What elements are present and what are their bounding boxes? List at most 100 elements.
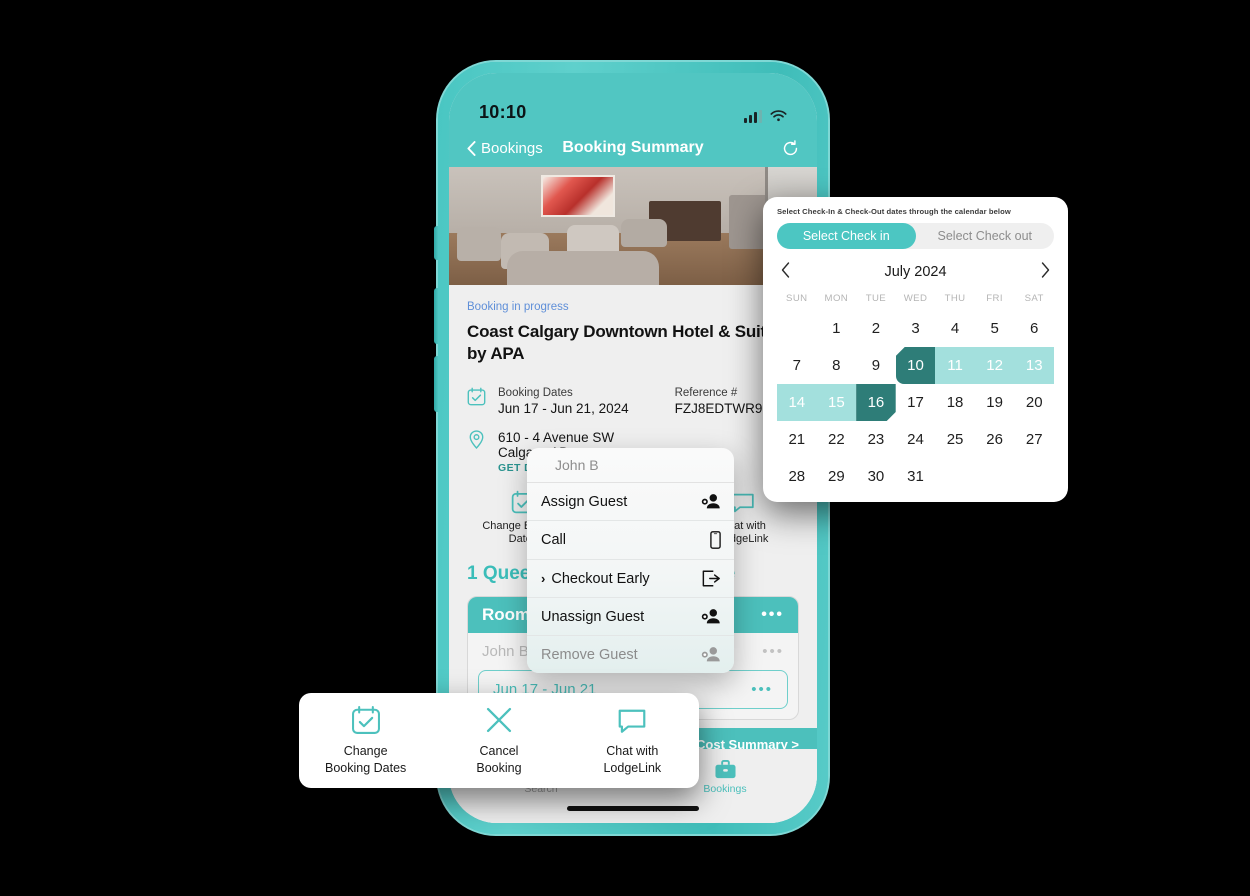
calendar-day-cell[interactable]: 24: [896, 421, 936, 458]
context-menu-item-left: Unassign Guest: [541, 609, 644, 625]
label-line-1: Cancel: [479, 744, 519, 759]
room-more-horizontal-icon[interactable]: •••: [761, 606, 784, 624]
calendar-day-cell[interactable]: 18: [935, 384, 975, 421]
person-delete-icon: [701, 646, 721, 663]
map-pin-icon: [469, 429, 484, 449]
sheet-change-booking-dates[interactable]: Change Booking Dates: [299, 705, 432, 776]
status-bar-icons: [744, 110, 787, 123]
context-menu-item-label: Checkout Early: [551, 570, 650, 587]
chevron-left-icon: [781, 262, 790, 278]
calendar-day-cell[interactable]: 1: [817, 310, 857, 347]
check-in-out-segmented-control: Select Check in Select Check out: [777, 223, 1054, 249]
context-menu-item-left: Remove Guest: [541, 647, 638, 663]
date-picker-popup: Select Check-In & Check-Out dates throug…: [763, 197, 1068, 502]
calendar-empty-cell: [777, 310, 817, 347]
calendar-header: July 2024: [777, 262, 1054, 281]
calendar-day-cell[interactable]: 11: [935, 347, 975, 384]
calendar-day-cell[interactable]: 29: [817, 458, 857, 495]
calendar-day-cell[interactable]: 14: [777, 384, 817, 421]
select-check-out-tab[interactable]: Select Check out: [916, 223, 1055, 249]
calendar-day-cell[interactable]: 23: [856, 421, 896, 458]
context-menu-item-label: Assign Guest: [541, 493, 628, 510]
chevron-right-icon: ›: [541, 571, 546, 586]
back-label: Bookings: [481, 139, 543, 157]
context-menu-item-unassign-guest[interactable]: Unassign Guest: [527, 598, 734, 636]
screenshot-stage: 10:10 Bookings Booking Summary Booking i…: [0, 0, 1250, 896]
booking-dates-block: Booking Dates Jun 17 - Jun 21, 2024: [498, 387, 629, 416]
context-menu-item-left: › Checkout Early: [541, 571, 650, 587]
calendar-day-cell[interactable]: 13: [1014, 347, 1054, 384]
booking-dates-value: Jun 17 - Jun 21, 2024: [498, 400, 629, 416]
cellular-bars-icon: [744, 110, 762, 123]
calendar-day-grid: 1 2 3 4 5 6 7 8 9 10 11 12 13 14 15 16 17 18 19 20 21 22 23 24 2…: [777, 310, 1054, 495]
status-bar-time: 10:10: [479, 102, 527, 122]
calendar-day-cell[interactable]: 31: [896, 458, 936, 495]
calendar-day-cell[interactable]: 5: [975, 310, 1015, 347]
calendar-day-cell[interactable]: 22: [817, 421, 857, 458]
calendar-day-cell[interactable]: 17: [896, 384, 936, 421]
briefcase-icon: [714, 759, 736, 779]
calendar-day-cell[interactable]: 2: [856, 310, 896, 347]
calendar-check-icon: [467, 387, 486, 405]
calendar-day-header: SUN: [786, 293, 808, 304]
calendar-day-cell[interactable]: 20: [1014, 384, 1054, 421]
hotel-name: Coast Calgary Downtown Hotel & Suites by…: [467, 322, 785, 363]
calendar-day-cell[interactable]: 7: [777, 347, 817, 384]
label-line-2: LodgeLink: [603, 760, 662, 775]
phone-icon: [710, 531, 721, 549]
guest-context-menu: John B Assign Guest Call › Checkout Early Un…: [527, 448, 734, 673]
calendar-day-header: FRI: [986, 293, 1003, 304]
chevron-right-icon: [1041, 262, 1050, 278]
context-menu-item-assign-guest[interactable]: Assign Guest: [527, 483, 734, 521]
calendar-day-header: MON: [824, 293, 849, 304]
calendar-day-cell[interactable]: 25: [935, 421, 975, 458]
calendar-day-cell[interactable]: 19: [975, 384, 1015, 421]
context-menu-items: Assign Guest Call › Checkout Early Unassign …: [527, 483, 734, 673]
sheet-cancel-booking-label: Cancel Booking: [476, 743, 521, 776]
calendar-day-cell[interactable]: 26: [975, 421, 1015, 458]
calendar-day-cell[interactable]: 27: [1014, 421, 1054, 458]
context-menu-item-label: Call: [541, 532, 566, 548]
calendar-day-header: SAT: [1024, 293, 1044, 304]
assigned-guest-more-horizontal-icon[interactable]: •••: [762, 643, 784, 660]
calendar-day-cell[interactable]: 12: [974, 347, 1015, 384]
status-badge: Booking in progress: [467, 301, 569, 313]
booking-dates-label: Booking Dates: [498, 386, 573, 399]
calendar-day-cell[interactable]: 16: [856, 384, 896, 421]
person-remove-icon: [701, 608, 721, 625]
logout-icon: [702, 570, 721, 587]
reference-label: Reference #: [674, 386, 738, 399]
context-menu-item-checkout-early[interactable]: › Checkout Early: [527, 560, 734, 598]
context-menu-item-left: Assign Guest: [541, 494, 627, 510]
label-line-1: Change: [343, 744, 388, 759]
context-menu-item-left: Call: [541, 532, 566, 548]
calendar-day-cell[interactable]: 21: [777, 421, 817, 458]
sheet-chat-with-lodgelink[interactable]: Chat with LodgeLink: [566, 705, 699, 776]
chevron-left-icon: [467, 140, 476, 156]
calendar-day-cell[interactable]: 15: [816, 384, 857, 421]
assigned-guest-name: John B: [482, 642, 529, 660]
select-check-in-tab[interactable]: Select Check in: [777, 223, 916, 249]
sheet-cancel-booking[interactable]: Cancel Booking: [432, 705, 565, 776]
back-to-bookings-button[interactable]: Bookings: [467, 140, 543, 157]
wifi-icon: [770, 110, 787, 122]
context-menu-item-remove-guest: Remove Guest: [527, 636, 734, 673]
refresh-button[interactable]: [782, 139, 799, 157]
calendar-day-cell[interactable]: 10: [895, 347, 936, 384]
calendar-day-cell[interactable]: 6: [1014, 310, 1054, 347]
reference-block: Reference # FZJ8EDTWR9: [675, 387, 763, 416]
next-month-button[interactable]: [1041, 262, 1050, 281]
context-menu-item-label: Remove Guest: [541, 646, 638, 663]
calendar-day-cell[interactable]: 9: [856, 347, 896, 384]
calendar-day-cell[interactable]: 28: [777, 458, 817, 495]
calendar-day-cell[interactable]: 8: [817, 347, 857, 384]
chat-bubble-icon: [732, 493, 754, 512]
calendar-day-cell[interactable]: 30: [856, 458, 896, 495]
close-x-icon: [486, 708, 512, 733]
calendar-day-header: TUE: [865, 293, 887, 304]
calendar-day-cell[interactable]: 4: [935, 310, 975, 347]
calendar-day-cell[interactable]: 3: [896, 310, 936, 347]
context-menu-item-call[interactable]: Call: [527, 521, 734, 560]
previous-month-button[interactable]: [781, 262, 790, 281]
unassigned-guest-more-horizontal-icon[interactable]: •••: [751, 681, 773, 698]
